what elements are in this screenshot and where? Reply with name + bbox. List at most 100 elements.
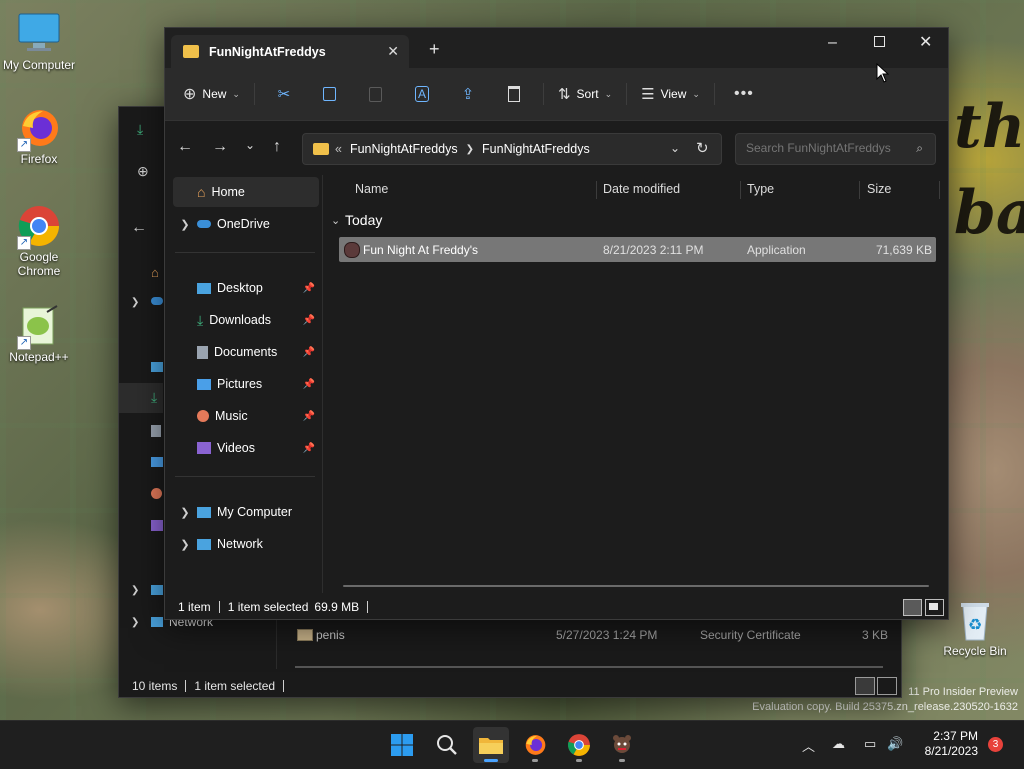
taskbar-fun-night-at-freddys[interactable] — [604, 727, 640, 763]
new-button[interactable]: ⊕ New ⌄ — [175, 78, 248, 110]
downloads-icon[interactable]: ⤓ — [151, 389, 157, 406]
start-button[interactable] — [384, 727, 420, 763]
chevron-right-icon[interactable]: ❯ — [131, 617, 139, 628]
notification-badge[interactable]: 3 — [988, 737, 1003, 752]
music-icon[interactable] — [151, 488, 162, 499]
close-tab-icon[interactable]: ✕ — [387, 43, 399, 60]
nav-item-downloads[interactable]: ⤓ Downloads 📌 — [173, 305, 319, 335]
search-input[interactable] — [744, 140, 908, 156]
onedrive-offline-icon[interactable]: ☁ — [832, 736, 845, 752]
cut-button[interactable]: ✂ — [261, 78, 307, 110]
details-view-button[interactable] — [855, 677, 875, 695]
column-header-name[interactable]: Name — [355, 175, 388, 203]
column-divider[interactable] — [859, 181, 860, 199]
column-header-date-modified[interactable]: Date modified — [603, 175, 680, 203]
refresh-icon[interactable]: ↻ — [696, 139, 709, 157]
nav-item-videos[interactable]: Videos 📌 — [173, 433, 319, 463]
column-divider[interactable] — [596, 181, 597, 199]
documents-icon[interactable] — [151, 425, 161, 437]
more-options-button[interactable]: ••• — [721, 78, 767, 110]
minimize-button[interactable]: – — [828, 34, 837, 52]
search-button[interactable] — [429, 727, 465, 763]
address-bar[interactable]: « FunNightAtFreddys ❯ FunNightAtFreddys … — [302, 133, 722, 165]
nav-item-network[interactable]: ❯ Network — [173, 529, 319, 559]
address-history-chevron-icon[interactable]: ⌄ — [670, 141, 680, 155]
title-bar[interactable]: FunNightAtFreddys ✕ + – ✕ — [165, 28, 948, 68]
desktop-icon-notepad-plus-plus[interactable]: ↗ Notepad++ — [0, 304, 78, 364]
pin-icon[interactable]: 📌 — [303, 283, 315, 294]
nav-item-my-computer[interactable]: ❯ My Computer — [173, 497, 319, 527]
recent-locations-chevron-icon[interactable]: ⌄ — [245, 138, 255, 152]
view-button[interactable]: ☰ View ⌄ — [633, 78, 708, 110]
explorer-window[interactable]: FunNightAtFreddys ✕ + – ✕ ⊕ New ⌄ ✂ A ⇪ … — [164, 27, 949, 620]
nav-item-music[interactable]: Music 📌 — [173, 401, 319, 431]
freddy-app-icon — [613, 735, 631, 753]
nav-item-desktop[interactable]: Desktop 📌 — [173, 273, 319, 303]
chevron-right-icon[interactable]: ❯ — [173, 538, 197, 551]
share-button[interactable]: ⇪ — [445, 78, 491, 110]
sort-button[interactable]: ⇅ Sort ⌄ — [550, 78, 620, 110]
volume-icon[interactable]: 🔊 — [887, 736, 903, 752]
breadcrumb-segment[interactable]: FunNightAtFreddys — [482, 142, 590, 156]
nav-item-documents[interactable]: Documents 📌 — [173, 337, 319, 367]
pin-icon[interactable]: 📌 — [303, 443, 315, 454]
back-arrow-icon[interactable]: ← — [131, 219, 147, 237]
rename-button[interactable]: A — [399, 78, 445, 110]
group-header-today[interactable]: ⌄ Today — [331, 208, 382, 232]
horizontal-scrollbar[interactable] — [343, 585, 929, 587]
chevron-right-icon[interactable]: ❯ — [173, 218, 197, 231]
column-divider[interactable] — [740, 181, 741, 199]
tiles-view-button[interactable] — [925, 599, 944, 616]
file-row[interactable]: penis 5/27/2023 1:24 PM Security Certifi… — [295, 625, 895, 645]
breadcrumb-overflow[interactable]: « — [335, 142, 342, 156]
wallpaper-decoration-text: the — [954, 92, 1024, 162]
show-hidden-icons-chevron-icon[interactable]: ︿ — [802, 736, 815, 755]
search-box[interactable]: ⌕ — [735, 133, 936, 165]
watermark-build: Evaluation copy. Build 25375.zn_release.… — [752, 701, 1018, 713]
copy-button[interactable] — [307, 78, 353, 110]
pin-icon[interactable]: 📌 — [303, 411, 315, 422]
details-view-button[interactable] — [903, 599, 922, 616]
tiles-view-button[interactable] — [877, 677, 897, 695]
nav-item-home[interactable]: ⌂ Home — [173, 177, 319, 207]
pictures-icon[interactable] — [151, 457, 163, 467]
forward-arrow-icon[interactable]: → — [212, 138, 228, 156]
taskbar-chrome[interactable] — [561, 727, 597, 763]
computer-icon[interactable] — [151, 585, 163, 595]
back-arrow-icon[interactable]: ← — [177, 138, 193, 156]
onedrive-icon[interactable] — [151, 297, 163, 305]
chevron-right-icon[interactable]: ❯ — [173, 506, 197, 519]
desktop-folder-icon[interactable] — [151, 362, 163, 372]
close-window-button[interactable]: ✕ — [919, 32, 932, 52]
desktop-icon-firefox[interactable]: ↗ Firefox — [0, 106, 78, 166]
pin-icon[interactable]: 📌 — [303, 315, 315, 326]
videos-icon[interactable] — [151, 520, 163, 531]
desktop-icon-my-computer[interactable]: My Computer — [0, 12, 78, 72]
column-header-size[interactable]: Size — [867, 175, 891, 203]
search-icon[interactable]: ⌕ — [916, 141, 923, 156]
pin-icon[interactable]: 📌 — [303, 379, 315, 390]
desktop-icon-google-chrome[interactable]: ↗ Google Chrome — [0, 204, 78, 278]
nav-item-onedrive[interactable]: ❯ OneDrive — [173, 209, 319, 239]
tab-active[interactable]: FunNightAtFreddys ✕ — [171, 35, 409, 68]
pin-icon[interactable]: 📌 — [303, 347, 315, 358]
chevron-right-icon[interactable]: ❯ — [131, 297, 139, 308]
clock[interactable]: 2:37 PM 8/21/2023 — [908, 729, 978, 759]
nav-item-pictures[interactable]: Pictures 📌 — [173, 369, 319, 399]
network-status-icon[interactable]: ▭ — [864, 736, 876, 752]
chevron-right-icon[interactable]: ❯ — [131, 585, 139, 596]
breadcrumb-chevron-icon[interactable]: ❯ — [466, 144, 474, 155]
column-header-type[interactable]: Type — [747, 175, 774, 203]
taskbar-firefox[interactable] — [517, 727, 553, 763]
maximize-button[interactable] — [874, 36, 885, 47]
home-icon[interactable]: ⌂ — [151, 265, 159, 280]
paste-button[interactable] — [353, 78, 399, 110]
up-arrow-icon[interactable]: ↑ — [273, 138, 281, 156]
file-row[interactable]: Fun Night At Freddy's 8/21/2023 2:11 PM … — [339, 237, 936, 262]
breadcrumb-segment[interactable]: FunNightAtFreddys — [350, 142, 458, 156]
taskbar-file-explorer[interactable] — [473, 727, 509, 763]
horizontal-scrollbar[interactable] — [295, 666, 883, 668]
delete-button[interactable] — [491, 78, 537, 110]
new-tab-button[interactable]: + — [429, 39, 440, 60]
column-divider[interactable] — [939, 181, 940, 199]
